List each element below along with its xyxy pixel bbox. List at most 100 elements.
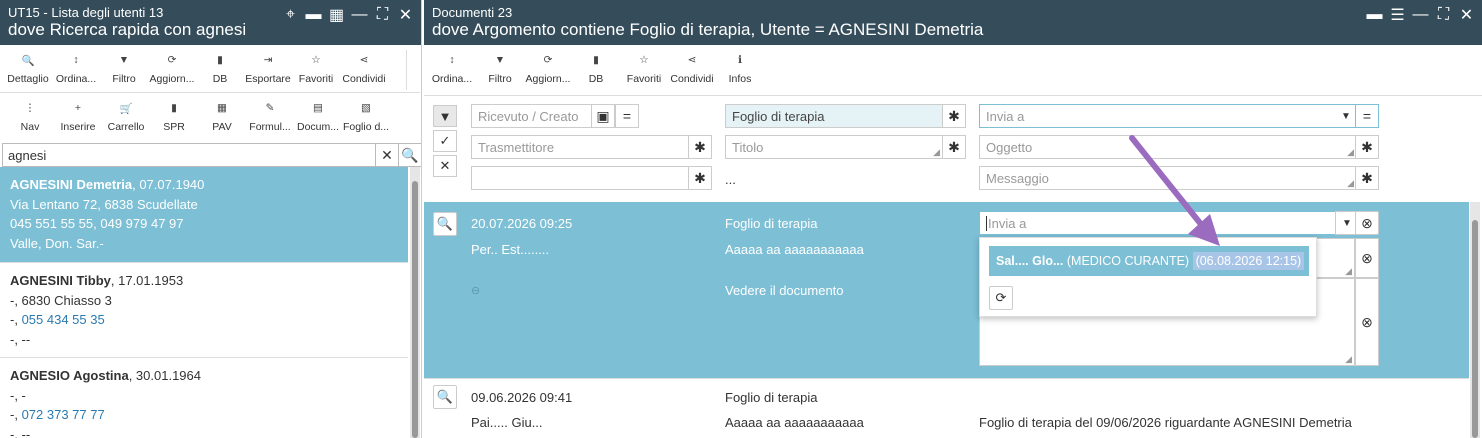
send-to-placeholder: Invia a [986,216,1027,231]
search-input[interactable]: agnesi [8,148,46,163]
send-to-filter-field[interactable]: Invia a [979,104,1357,128]
more-vertical-icon: ⋮ [24,102,36,114]
title-field[interactable]: Titolo ◢ [725,135,943,159]
users-panel-subtitle: dove Ricerca rapida con agnesi [8,20,247,39]
toolbar-button-spr[interactable]: ▮ SPR [150,98,198,133]
toolbar-button-db[interactable]: ▮ DB [196,50,244,85]
dropdown-option-doctor[interactable]: Sal.... Glo... (MEDICO CURANTE) (06.08.2… [989,246,1309,276]
asterisk-button[interactable]: ✱ [1355,135,1379,159]
check-icon: ✓ [439,133,451,148]
patient-dob: , 17.01.1953 [110,273,184,288]
grid-view-icon[interactable]: ▦ [327,5,346,24]
toolbar-button-label: Aggiorn... [525,73,571,85]
toolbar-button-filtro[interactable]: ▼ Filtro [476,50,524,85]
scrollbar-thumb[interactable] [1472,220,1478,438]
toolbar-button-aggiorn[interactable]: ⟳ Aggiorn... [148,50,196,85]
patient-name: AGNESINI Demetria [10,177,133,192]
toolbar-button-inserire[interactable]: + Inserire [54,98,102,133]
remove-icon[interactable]: ⊗ [1355,238,1379,278]
documents-scrollbar[interactable] [1470,202,1480,438]
equals-button[interactable]: = [1355,104,1379,128]
doc-topic: Foglio di terapia [725,216,818,231]
minimize-icon[interactable]: — [350,5,369,24]
view-document-link[interactable]: Vedere il documento [725,283,844,298]
minimize-icon[interactable]: — [1411,5,1430,24]
apply-filter-button[interactable]: ✓ [433,130,457,152]
toolbar-button-label: Favoriti [298,73,334,85]
toolbar-button-foglio-d[interactable]: ▧ Foglio d... [342,98,390,133]
toolbar-button-db[interactable]: ▮ DB [572,50,620,85]
toolbar-button-filtro[interactable]: ▼ Filtro [100,50,148,85]
close-icon[interactable]: ✕ [396,5,415,24]
asterisk-button[interactable]: ✱ [1355,166,1379,190]
calendar-icon[interactable]: ▣ [591,104,615,128]
received-created-field[interactable]: Ricevuto / Creato [471,104,592,128]
list-view-icon[interactable]: ☰ [1388,5,1407,24]
patient-item[interactable]: AGNESIO Agostina, 30.01.1964 -, - -, 072… [0,358,408,438]
toolbar-button-condividi[interactable]: ⋖ Condividi [668,50,716,85]
clear-search-icon[interactable]: ✕ [375,144,398,166]
patient-address: Via Lentano 72, 6838 Scudellate [10,196,198,212]
clear-filter-button[interactable]: ✕ [433,155,457,177]
toolbar-button-favoriti[interactable]: ☆ Favoriti [620,50,668,85]
remove-icon[interactable]: ⊗ [1355,211,1379,235]
toolbar-button-aggiorn[interactable]: ⟳ Aggiorn... [524,50,572,85]
toolbar-button-ordina[interactable]: ↕ Ordina... [52,50,100,85]
toggle-icon[interactable]: ▬ [304,5,323,24]
toolbar-button-favoriti[interactable]: ☆ Favoriti [292,50,340,85]
toolbar-button-label: SPR [163,121,185,133]
users-titlebar: UT15 - Lista degli utenti 13 dove Ricerc… [0,0,421,45]
scrollbar-thumb[interactable] [412,181,418,438]
maximize-icon[interactable]: ⛶ [373,5,392,24]
toolbar-button-docum[interactable]: ▤ Docum... [294,98,342,133]
phone-prefix: -, [10,407,22,422]
toolbar-button-esportare[interactable]: ⇥ Esportare [244,50,292,85]
remove-icon[interactable]: ⊗ [1355,278,1379,366]
star-icon: ☆ [311,54,321,66]
search-icon[interactable]: 🔍 [433,385,457,409]
equals-button[interactable]: = [615,104,639,128]
share-icon: ⋖ [359,54,369,66]
toolbar-button-condividi[interactable]: ⋖ Condividi [340,50,388,85]
toolbar-button-carrello[interactable]: 🛒 Carrello [102,98,150,134]
filter-icon: ▼ [118,54,130,66]
topic-field[interactable]: Foglio di terapia [725,104,943,128]
asterisk-button[interactable]: ✱ [942,135,966,159]
toggle-icon[interactable]: ▬ [1365,5,1384,24]
sender-field[interactable]: Trasmettitore [471,135,689,159]
toolbar-button-formul[interactable]: ✎ Formul... [246,98,294,133]
asterisk-button[interactable]: ✱ [688,135,712,159]
more-fields-ellipsis[interactable]: ... [725,172,736,187]
search-icon[interactable]: 🔍 [398,144,421,166]
toolbar-button-label: Ordina... [431,73,473,85]
doc-subject: Foglio di terapia del 09/06/2026 riguard… [979,415,1352,430]
extra-field[interactable] [471,166,689,190]
plus-icon: + [74,102,82,114]
asterisk-button[interactable]: ✱ [688,166,712,190]
patient-phone-link[interactable]: 072 373 77 77 [22,407,105,422]
toolbar-button-dettaglio[interactable]: 🔍 Dettaglio [4,50,52,86]
patient-item[interactable]: AGNESINI Demetria, 07.07.1940 Via Lentan… [0,167,408,263]
search-icon[interactable]: 🔍 [433,212,457,236]
toolbar-button-ordina[interactable]: ↕ Ordina... [428,50,476,85]
quick-search-field[interactable]: agnesi ✕ 🔍 [2,143,421,167]
users-scrollbar[interactable] [410,167,420,438]
documents-panel-title: Documenti 23 [432,5,513,20]
toolbar-button-label: Condividi [670,73,714,85]
asterisk-button[interactable]: ✱ [942,104,966,128]
target-icon[interactable]: ⌖ [281,5,300,24]
doc-sender: Per.. Est........ [471,242,550,257]
cart-icon: 🛒 [119,102,133,115]
patient-dob: , 07.07.1940 [132,177,205,192]
toolbar-button-pav[interactable]: ▦ PAV [198,98,246,133]
toolbar-button-label: Aggiorn... [149,73,195,85]
refresh-icon[interactable]: ⟳ [989,286,1013,310]
maximize-icon[interactable]: ⛶ [1434,5,1453,24]
patient-phone-link[interactable]: 055 434 55 35 [22,312,105,327]
filter-toggle-button[interactable]: ▼ [433,105,457,127]
patient-item[interactable]: AGNESINI Tibby, 17.01.1953 -, 6830 Chias… [0,263,408,358]
toolbar-button-infos[interactable]: ℹ Infos [716,50,764,85]
close-icon[interactable]: ✕ [1457,5,1476,24]
toolbar-button-nav[interactable]: ⋮ Nav [6,98,54,133]
toolbar-button-label: Dettaglio [7,73,49,85]
